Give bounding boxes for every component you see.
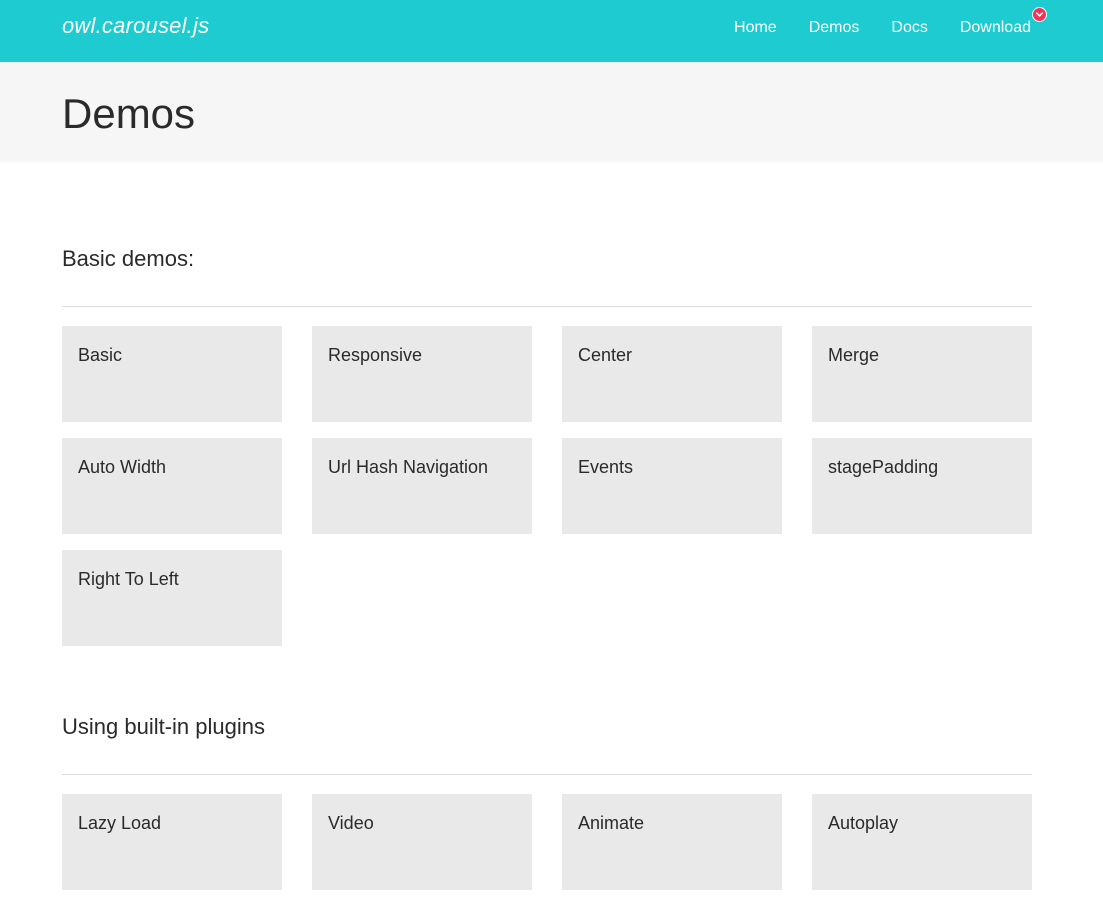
demo-tile-responsive[interactable]: Responsive [312,326,532,422]
section-divider [62,306,1032,307]
demo-tile-autoplay[interactable]: Autoplay [812,794,1032,890]
nav-item-docs: Docs [891,18,927,38]
demo-tile-url-hash-navigation[interactable]: Url Hash Navigation [312,438,532,534]
demo-tile-right-to-left[interactable]: Right To Left [62,550,282,646]
demo-tile-lazy-load[interactable]: Lazy Load [62,794,282,890]
demo-tile-animate[interactable]: Animate [562,794,782,890]
top-navbar: owl.carousel.js Home Demos Docs Download [0,0,1103,62]
nav-link-docs[interactable]: Docs [891,18,927,38]
nav-link-download[interactable]: Download [960,18,1031,38]
download-badge [1032,7,1047,22]
chevron-down-icon [1035,12,1044,17]
demo-tile-video[interactable]: Video [312,794,532,890]
demo-tile-auto-width[interactable]: Auto Width [62,438,282,534]
section-title-built-in-plugins: Using built-in plugins [62,714,265,739]
demo-tile-center[interactable]: Center [562,326,782,422]
nav-link-demos[interactable]: Demos [809,18,860,38]
main-nav: Home Demos Docs Download [734,7,1047,38]
nav-item-demos: Demos [809,18,860,38]
nav-item-home: Home [734,18,777,38]
nav-item-download: Download [960,7,1047,38]
page-title-bar: Demos [0,62,1103,162]
section-divider [62,774,1032,775]
demo-tile-events[interactable]: Events [562,438,782,534]
brand-logo-link[interactable]: owl.carousel.js [62,13,209,39]
demo-tile-basic[interactable]: Basic [62,326,282,422]
demo-tile-merge[interactable]: Merge [812,326,1032,422]
page-title: Demos [62,90,196,137]
nav-link-home[interactable]: Home [734,18,777,38]
section-title-basic-demos: Basic demos: [62,246,195,271]
demo-tile-stage-padding[interactable]: stagePadding [812,438,1032,534]
